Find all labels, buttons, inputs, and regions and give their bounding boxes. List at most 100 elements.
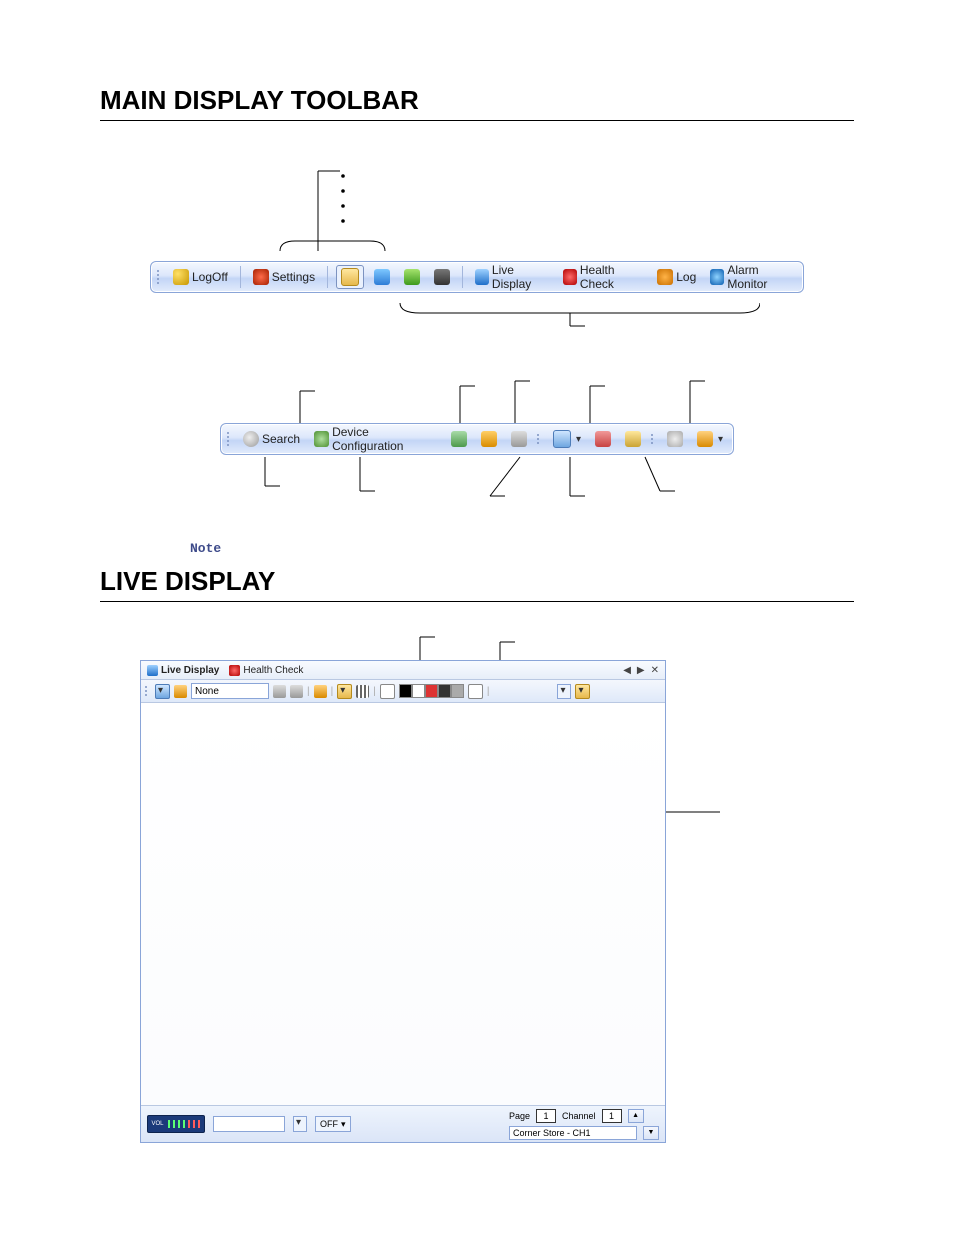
live-tab-strip: Live Display Health Check ◀ ▶ ✕: [141, 661, 665, 680]
channel-down-button[interactable]: ▼: [643, 1126, 659, 1140]
green-icon: [404, 269, 420, 285]
grid-icon[interactable]: [356, 685, 369, 698]
audio-off-label: OFF: [320, 1119, 338, 1129]
alarm-monitor-label: Alarm Monitor: [727, 263, 793, 291]
tab-health-check[interactable]: Health Check: [229, 665, 303, 676]
health-check-button[interactable]: Health Check: [559, 261, 647, 293]
separator: [240, 266, 241, 288]
camera-small-icon[interactable]: [174, 685, 187, 698]
health-icon: [229, 665, 240, 676]
live-bottom-bar: VOL OFF▾ Page 1 Channel 1 ▲: [141, 1105, 665, 1142]
minus-icon[interactable]: [380, 684, 395, 699]
vol-label: VOL: [151, 1121, 163, 1127]
tab-live-display[interactable]: Live Display: [147, 665, 219, 676]
note-label: Note: [190, 541, 854, 556]
play-icon: [451, 431, 467, 447]
snapshot-icon[interactable]: [314, 685, 327, 698]
disk-icon: [625, 431, 641, 447]
device-config-icon: [314, 431, 329, 447]
video-canvas[interactable]: [141, 703, 665, 1105]
target-select[interactable]: None: [191, 683, 269, 699]
search-button[interactable]: Search: [239, 429, 304, 449]
heading-live-display: LIVE DISPLAY: [100, 566, 854, 602]
channel-number[interactable]: 1: [602, 1109, 622, 1123]
secondary-toolbar: Search Device Configuration: [220, 423, 734, 455]
connect-button[interactable]: [370, 267, 394, 287]
gray-icon: [511, 431, 527, 447]
extra-dropdown-2[interactable]: [575, 684, 590, 699]
tab-live-display-label: Live Display: [161, 665, 219, 676]
log-button[interactable]: Log: [653, 267, 700, 287]
swatch-white[interactable]: [412, 684, 425, 698]
screen-icon: [553, 430, 571, 448]
log-label: Log: [676, 270, 696, 284]
toolbar-grip-icon: [651, 434, 653, 444]
settings-label: Settings: [272, 270, 315, 284]
save-button[interactable]: [621, 429, 645, 449]
log-icon: [657, 269, 673, 285]
settings-icon: [253, 269, 269, 285]
swatch-gray[interactable]: [451, 684, 464, 698]
page-number[interactable]: 1: [536, 1109, 556, 1123]
live-display-button[interactable]: Live Display: [471, 261, 553, 293]
connect-icon: [374, 269, 390, 285]
key-icon: [173, 269, 189, 285]
green-action-button[interactable]: [400, 267, 424, 287]
health-icon: [563, 269, 577, 285]
alarm-monitor-button[interactable]: Alarm Monitor: [706, 261, 797, 293]
target-select-value: None: [195, 686, 219, 697]
tab-health-check-label: Health Check: [243, 665, 303, 676]
search-label: Search: [262, 432, 300, 446]
swatch-red[interactable]: [425, 684, 438, 698]
tab-prev-button[interactable]: ◀: [623, 665, 631, 676]
alarm-icon: [710, 269, 724, 285]
separator: [462, 266, 463, 288]
map-button[interactable]: [477, 429, 501, 449]
monitor-icon: [475, 269, 489, 285]
camera-icon: [434, 269, 450, 285]
device-config-button[interactable]: Device Configuration: [310, 423, 441, 455]
color-swatches: [399, 684, 464, 698]
toolbar-grip-icon: [145, 686, 147, 696]
play-button[interactable]: [447, 429, 471, 449]
main-display-toolbar: LogOff Settings Live Display: [150, 261, 804, 293]
swatch-black[interactable]: [399, 684, 412, 698]
settings-button[interactable]: Settings: [249, 267, 319, 287]
device-config-label: Device Configuration: [332, 425, 437, 453]
search-icon: [243, 431, 259, 447]
tab-next-button[interactable]: ▶: [637, 665, 645, 676]
live-display-window: Live Display Health Check ◀ ▶ ✕: [140, 660, 666, 1143]
channel-up-button[interactable]: ▲: [628, 1109, 644, 1123]
live-toolbar: None | | |: [141, 680, 665, 703]
disconnect-button[interactable]: [591, 429, 615, 449]
audio-off-button[interactable]: OFF▾: [315, 1116, 351, 1132]
camera-small-icon: [697, 431, 713, 447]
layout-dropdown[interactable]: [155, 684, 170, 699]
map-icon: [481, 431, 497, 447]
logoff-label: LogOff: [192, 270, 228, 284]
health-check-label: Health Check: [580, 263, 643, 291]
heading-main-display-toolbar: MAIN DISPLAY TOOLBAR: [100, 85, 854, 121]
camera-dropdown[interactable]: [693, 429, 727, 449]
audio-target-arrow[interactable]: [293, 1116, 307, 1132]
toolbar-grip-icon: [227, 432, 229, 446]
camera-button[interactable]: [430, 267, 454, 287]
screen-split-dropdown[interactable]: [549, 428, 585, 450]
save-dropdown[interactable]: [337, 684, 352, 699]
folder-icon: [341, 268, 359, 286]
swatch-dark[interactable]: [438, 684, 451, 698]
plus-icon[interactable]: [468, 684, 483, 699]
logoff-button[interactable]: LogOff: [169, 267, 232, 287]
audio-target-select[interactable]: [213, 1116, 285, 1132]
open-button[interactable]: [336, 265, 364, 289]
toolbar-grip-icon: [157, 270, 159, 284]
action-icon-2[interactable]: [290, 685, 303, 698]
tab-close-button[interactable]: ✕: [651, 665, 659, 676]
ptz-button[interactable]: [663, 429, 687, 449]
ptz-icon: [667, 431, 683, 447]
action-icon-1[interactable]: [273, 685, 286, 698]
status-text: Corner Store - CH1: [509, 1126, 637, 1140]
extra-dropdown-1[interactable]: [557, 684, 571, 699]
channel-label: Channel: [562, 1111, 596, 1121]
volume-indicator[interactable]: VOL: [147, 1115, 205, 1133]
